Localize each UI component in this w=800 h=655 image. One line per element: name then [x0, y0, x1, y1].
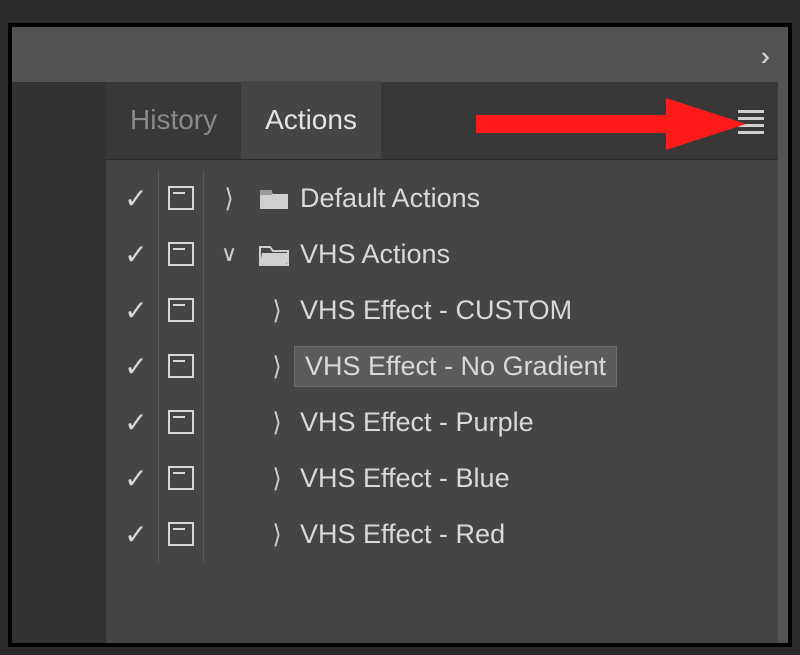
expand-panel-icon[interactable]: ›› — [761, 43, 762, 69]
action-set-row[interactable]: ✓ ⟩ Default Actions — [106, 170, 778, 226]
left-gutter — [12, 82, 106, 643]
toggle-dialog-icon[interactable] — [168, 242, 194, 266]
row-label: VHS Effect - Blue — [294, 463, 778, 494]
action-row[interactable]: ✓ ⟩ VHS Effect - Red — [106, 506, 778, 562]
row-label: VHS Effect - Purple — [294, 407, 778, 438]
annotation-arrow — [476, 96, 756, 156]
toggle-checkmark-icon[interactable]: ✓ — [124, 182, 147, 215]
action-row[interactable]: ✓ ⟩ VHS Effect - CUSTOM — [106, 282, 778, 338]
toggle-dialog-icon[interactable] — [168, 186, 194, 210]
caret-right-icon[interactable]: ⟩ — [224, 183, 233, 214]
toggle-checkmark-icon[interactable]: ✓ — [124, 518, 147, 551]
panel-menu-icon[interactable] — [738, 110, 764, 132]
panel-chrome: ›› — [12, 27, 788, 82]
caret-right-icon[interactable]: ⟩ — [272, 295, 281, 326]
caret-right-icon[interactable]: ⟩ — [272, 407, 281, 438]
row-label: Default Actions — [294, 183, 778, 214]
actions-list: ✓ ⟩ Default Actions ✓ ∨ VHS Actions ✓ — [106, 160, 778, 562]
action-row[interactable]: ✓ ⟩ VHS Effect - Blue — [106, 450, 778, 506]
tab-bar: History Actions — [106, 82, 778, 160]
tab-history[interactable]: History — [106, 81, 241, 159]
toggle-dialog-icon[interactable] — [168, 298, 194, 322]
row-label-selected: VHS Effect - No Gradient — [294, 346, 617, 387]
toggle-checkmark-icon[interactable]: ✓ — [124, 294, 147, 327]
caret-down-icon[interactable]: ∨ — [221, 241, 237, 267]
action-row[interactable]: ✓ ⟩ VHS Effect - Purple — [106, 394, 778, 450]
actions-panel: History Actions ✓ ⟩ Default Actions — [106, 82, 778, 643]
toggle-dialog-icon[interactable] — [168, 522, 194, 546]
panel-window: ›› History Actions ✓ ⟩ Default Ac — [8, 23, 792, 647]
folder-closed-icon — [254, 186, 294, 210]
toggle-dialog-icon[interactable] — [168, 410, 194, 434]
tab-actions[interactable]: Actions — [241, 81, 381, 159]
toggle-checkmark-icon[interactable]: ✓ — [124, 406, 147, 439]
toggle-dialog-icon[interactable] — [168, 354, 194, 378]
caret-right-icon[interactable]: ⟩ — [272, 463, 281, 494]
toggle-checkmark-icon[interactable]: ✓ — [124, 350, 147, 383]
row-label: VHS Effect - Red — [294, 519, 778, 550]
row-label: VHS Actions — [294, 239, 778, 270]
toggle-dialog-icon[interactable] — [168, 466, 194, 490]
action-row[interactable]: ✓ ⟩ VHS Effect - No Gradient — [106, 338, 778, 394]
caret-right-icon[interactable]: ⟩ — [272, 351, 281, 382]
toggle-checkmark-icon[interactable]: ✓ — [124, 238, 147, 271]
folder-open-icon — [254, 242, 294, 266]
caret-right-icon[interactable]: ⟩ — [272, 519, 281, 550]
toggle-checkmark-icon[interactable]: ✓ — [124, 462, 147, 495]
row-label: VHS Effect - CUSTOM — [294, 295, 778, 326]
action-set-row[interactable]: ✓ ∨ VHS Actions — [106, 226, 778, 282]
